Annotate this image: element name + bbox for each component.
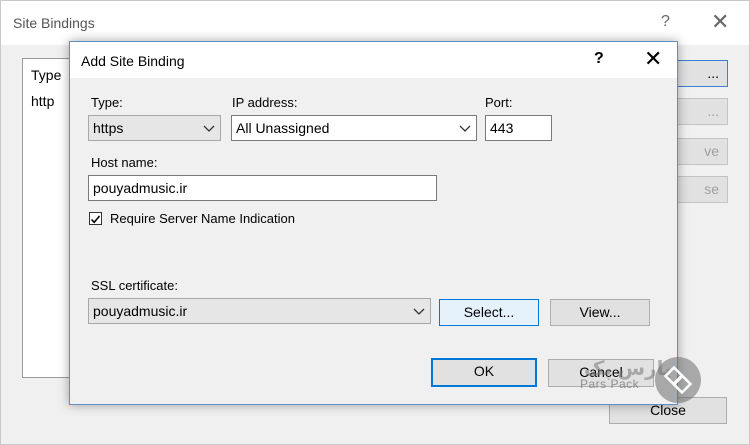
- ok-button[interactable]: OK: [431, 358, 537, 387]
- chevron-down-icon: [459, 125, 471, 132]
- host-name-input[interactable]: pouyadmusic.ir: [88, 175, 437, 201]
- select-certificate-button[interactable]: Select...: [439, 299, 539, 326]
- close-icon[interactable]: ✕: [711, 9, 729, 35]
- sni-label[interactable]: Require Server Name Indication: [110, 211, 295, 226]
- sni-checkbox[interactable]: [89, 212, 102, 225]
- ip-address-select[interactable]: All Unassigned: [231, 115, 477, 141]
- checkmark-icon: [90, 215, 101, 224]
- ssl-certificate-select-value: pouyadmusic.ir: [93, 303, 188, 319]
- ip-address-select-value: All Unassigned: [236, 120, 330, 136]
- parspack-logo-icon: [655, 357, 701, 403]
- dialog-titlebar: Add Site Binding ? ✕: [70, 42, 677, 78]
- view-certificate-button[interactable]: View...: [550, 299, 650, 326]
- ssl-certificate-label: SSL certificate:: [91, 278, 178, 293]
- list-column-header-type[interactable]: Type: [31, 67, 61, 83]
- site-bindings-titlebar: Site Bindings ? ✕: [1, 1, 749, 45]
- watermark-latin-text: Pars Pack: [580, 377, 640, 391]
- dialog-title: Add Site Binding: [81, 53, 185, 69]
- port-label: Port:: [485, 95, 513, 110]
- chevron-down-icon: [413, 308, 425, 315]
- help-icon[interactable]: ?: [661, 13, 670, 31]
- type-select[interactable]: https: [88, 115, 221, 141]
- help-icon[interactable]: ?: [594, 50, 604, 68]
- port-input[interactable]: 443: [485, 115, 552, 141]
- chevron-down-icon: [203, 125, 215, 132]
- ssl-certificate-select[interactable]: pouyadmusic.ir: [88, 298, 431, 324]
- close-icon[interactable]: ✕: [644, 46, 662, 72]
- ip-address-label: IP address:: [232, 95, 298, 110]
- list-item[interactable]: http: [31, 93, 54, 109]
- add-site-binding-dialog: Add Site Binding ? ✕ Type: https IP addr…: [69, 41, 678, 405]
- host-name-label: Host name:: [91, 155, 158, 170]
- site-bindings-title: Site Bindings: [13, 15, 95, 31]
- type-select-value: https: [93, 120, 124, 136]
- type-label: Type:: [91, 95, 123, 110]
